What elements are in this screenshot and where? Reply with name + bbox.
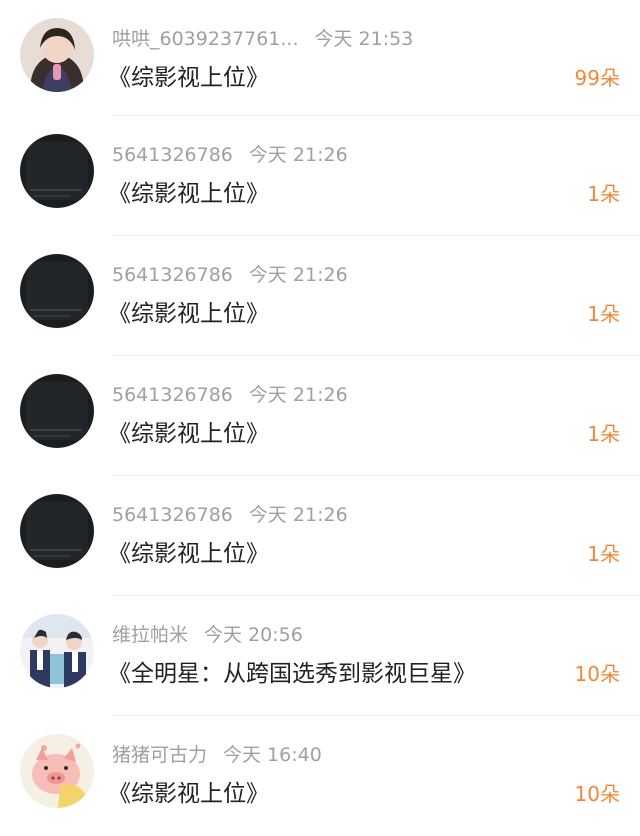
list-item[interactable]: 哄哄_6039237761... 今天 21:53 《综影视上位》 99朵 xyxy=(0,0,640,116)
book-title[interactable]: 《综影视上位》 xyxy=(108,534,269,568)
timestamp: 今天 21:26 xyxy=(248,504,348,526)
username[interactable]: 5641326786 xyxy=(112,264,233,286)
group-photo-avatar-icon xyxy=(20,614,94,688)
flower-count: 1朵 xyxy=(587,182,620,206)
pig-cartoon-avatar-icon xyxy=(20,734,94,808)
username[interactable]: 维拉帕米 xyxy=(112,624,188,646)
timestamp: 今天 21:26 xyxy=(248,264,348,286)
flower-count: 99朵 xyxy=(574,66,620,90)
flower-count: 1朵 xyxy=(587,302,620,326)
avatar[interactable] xyxy=(20,18,94,92)
avatar[interactable] xyxy=(20,614,94,688)
sender-meta: 维拉帕米 今天 20:56 xyxy=(112,620,303,647)
dark-screen-avatar-icon xyxy=(20,134,94,208)
sender-meta: 5641326786 今天 21:26 xyxy=(112,380,348,407)
username[interactable]: 哄哄_6039237761... xyxy=(112,28,299,50)
sender-meta: 哄哄_6039237761... 今天 21:53 xyxy=(112,24,413,51)
flower-count: 10朵 xyxy=(574,662,620,686)
book-title[interactable]: 《全明星：从跨国选秀到影视巨星》 xyxy=(108,654,476,688)
list-item[interactable]: 5641326786 今天 21:26 《综影视上位》 1朵 xyxy=(0,236,640,356)
gift-record-list: 哄哄_6039237761... 今天 21:53 《综影视上位》 99朵 564… xyxy=(0,0,640,836)
sender-meta: 5641326786 今天 21:26 xyxy=(112,500,348,527)
flower-count: 10朵 xyxy=(574,782,620,806)
list-item[interactable]: 5641326786 今天 21:26 《综影视上位》 1朵 xyxy=(0,476,640,596)
sender-meta: 5641326786 今天 21:26 xyxy=(112,260,348,287)
timestamp: 今天 16:40 xyxy=(223,744,322,766)
flower-count: 1朵 xyxy=(587,542,620,566)
sender-meta: 猪猪可古力 今天 16:40 xyxy=(112,740,322,767)
book-title[interactable]: 《综影视上位》 xyxy=(108,294,269,328)
avatar[interactable] xyxy=(20,734,94,808)
avatar[interactable] xyxy=(20,374,94,448)
username[interactable]: 猪猪可古力 xyxy=(112,744,207,766)
flower-count: 1朵 xyxy=(587,422,620,446)
list-item[interactable]: 猪猪可古力 今天 16:40 《综影视上位》 10朵 xyxy=(0,716,640,836)
timestamp: 今天 21:26 xyxy=(248,384,348,406)
list-item[interactable]: 维拉帕米 今天 20:56 《全明星：从跨国选秀到影视巨星》 10朵 xyxy=(0,596,640,716)
timestamp: 今天 21:53 xyxy=(314,28,414,50)
avatar[interactable] xyxy=(20,254,94,328)
list-item[interactable]: 5641326786 今天 21:26 《综影视上位》 1朵 xyxy=(0,116,640,236)
dark-screen-avatar-icon xyxy=(20,254,94,328)
sender-meta: 5641326786 今天 21:26 xyxy=(112,140,348,167)
username[interactable]: 5641326786 xyxy=(112,144,233,166)
list-item[interactable]: 5641326786 今天 21:26 《综影视上位》 1朵 xyxy=(0,356,640,476)
book-title[interactable]: 《综影视上位》 xyxy=(108,774,269,808)
avatar[interactable] xyxy=(20,134,94,208)
book-title[interactable]: 《综影视上位》 xyxy=(108,414,269,448)
username[interactable]: 5641326786 xyxy=(112,384,233,406)
timestamp: 今天 21:26 xyxy=(248,144,348,166)
book-title[interactable]: 《综影视上位》 xyxy=(108,58,269,92)
girl-photo-avatar-icon xyxy=(20,18,94,92)
dark-screen-avatar-icon xyxy=(20,374,94,448)
timestamp: 今天 20:56 xyxy=(204,624,303,646)
dark-screen-avatar-icon xyxy=(20,494,94,568)
username[interactable]: 5641326786 xyxy=(112,504,233,526)
book-title[interactable]: 《综影视上位》 xyxy=(108,174,269,208)
avatar[interactable] xyxy=(20,494,94,568)
